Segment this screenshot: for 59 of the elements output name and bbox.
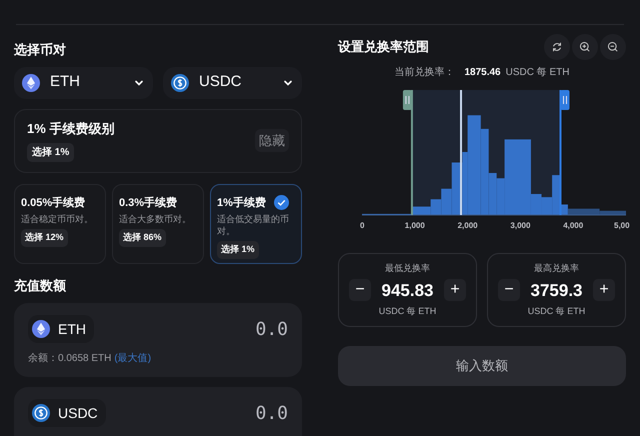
fee-option-card[interactable]: 0.05%手续费 适合稳定币币对。 选择 12% <box>14 184 106 264</box>
fee-option-description: 适合大多数币对。 <box>119 213 191 225</box>
fee-option-title: 0.3%手续费 <box>119 196 178 210</box>
fee-option-title: 0.05%手续费 <box>21 196 86 210</box>
rate-label: 最高兑换率 <box>534 262 579 275</box>
axis-tick-label: 4,000 <box>563 220 584 232</box>
dollar-coin-icon <box>32 404 50 422</box>
minus-button[interactable]: − <box>349 279 371 302</box>
section-title: 设置兑换率范围 <box>338 38 430 56</box>
fee-option-description: 适合低交易量的币对。 <box>217 213 290 237</box>
token-chip[interactable]: ETH <box>28 315 94 343</box>
percent-badge: 选择 1% <box>27 143 74 162</box>
zoom-in-button[interactable] <box>572 34 598 60</box>
fee-option-card[interactable]: 0.3%手续费 适合大多数币对。 选择 86% <box>112 184 204 264</box>
zoom-out-button[interactable] <box>600 34 626 60</box>
current-rate-unit: USDC 每 ETH <box>506 66 570 80</box>
plus-button[interactable]: + <box>444 279 466 302</box>
rate-label: 最低兑换率 <box>385 262 430 275</box>
token-dropdown[interactable]: USDC <box>163 66 302 98</box>
axis-tick-label: 2,000 <box>458 220 478 232</box>
fee-tier-title: 1% 手续费级别 <box>27 120 114 138</box>
fee-option-card[interactable]: 1%手续费 适合低交易量的币对。 选择 1% <box>210 184 302 264</box>
zoom-out-icon <box>606 40 620 54</box>
zoom-in-icon <box>578 40 592 54</box>
refresh-button[interactable] <box>544 34 570 60</box>
plus-button[interactable]: + <box>593 279 615 302</box>
axis-tick-label: 0 <box>360 220 364 232</box>
check-icon <box>274 195 289 210</box>
refresh-icon <box>550 40 564 54</box>
axis-tick-label: 5,00 <box>614 220 630 232</box>
rate-value[interactable]: 945.83 <box>371 278 444 303</box>
current-rate-label: 当前兑换率： <box>394 66 454 80</box>
amount-input[interactable]: 0.0 <box>255 400 288 426</box>
rate-unit: USDC 每 ETH <box>528 305 586 318</box>
percent-badge: 选择 86% <box>119 229 166 246</box>
percent-badge: 选择 12% <box>21 229 68 246</box>
minus-button[interactable]: − <box>498 279 520 302</box>
max-link[interactable]: (最大值) <box>114 351 152 366</box>
dollar-coin-icon <box>171 74 189 92</box>
max-range-handle[interactable] <box>560 90 570 215</box>
enter-amount-button[interactable]: 输入数额 <box>338 346 626 386</box>
current-rate-value: 1875.46 <box>464 66 501 80</box>
diamond-coin-icon <box>32 320 50 338</box>
percent-badge: 选择 1% <box>217 241 259 258</box>
diamond-coin-icon <box>22 74 40 92</box>
section-title: 选择币对 <box>14 41 67 59</box>
token-dropdown[interactable]: ETH <box>14 66 153 98</box>
token-chip[interactable]: USDC <box>28 399 106 427</box>
section-title: 充值数额 <box>14 276 67 294</box>
hide-button[interactable]: 隐藏 <box>255 128 289 152</box>
fee-option-title: 1%手续费 <box>217 196 266 210</box>
axis-tick-label: 1,000 <box>404 220 425 232</box>
balance-text: 余额：0.0658 ETH <box>28 352 112 366</box>
axis-tick-label: 3,000 <box>510 220 530 232</box>
min-range-handle[interactable] <box>402 90 413 215</box>
fee-option-description: 适合稳定币币对。 <box>21 213 93 225</box>
amount-input[interactable]: 0.0 <box>255 316 288 342</box>
rate-unit: USDC 每 ETH <box>378 305 436 318</box>
rate-value[interactable]: 3759.3 <box>520 278 593 303</box>
